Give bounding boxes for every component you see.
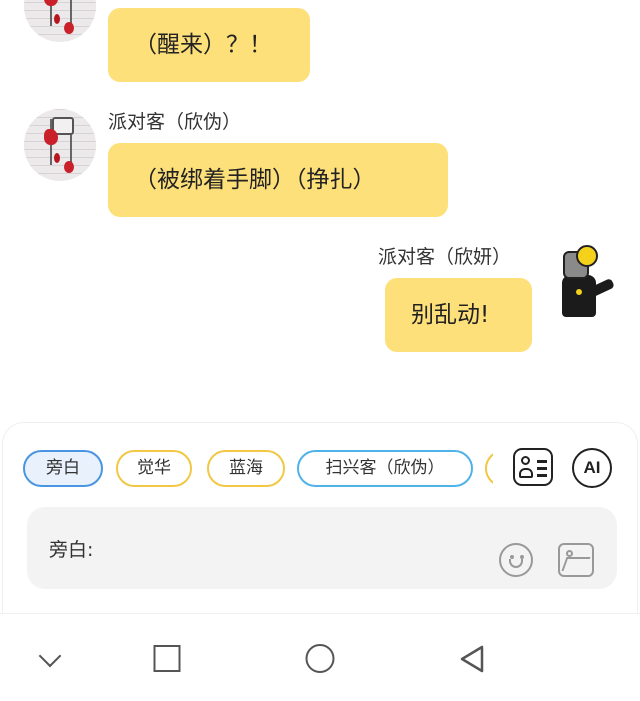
character-avatar[interactable] [24,0,96,42]
nav-home-button[interactable] [280,614,360,701]
role-chip[interactable]: 觉华 [116,450,192,487]
nav-recents-button[interactable] [127,614,207,701]
composer-panel: 旁白 觉华 蓝海 扫兴客（欣伪） AI 旁白: [2,422,638,622]
role-chip[interactable] [485,450,493,487]
chat-area[interactable]: （醒来）？！ 派对客（欣伪） （被绑着手脚）（挣扎） 派对客（欣妍） 别乱动! [0,0,640,420]
role-chip-bar[interactable]: 旁白 觉华 蓝海 扫兴客（欣伪） [23,450,493,488]
circle-icon [305,644,335,673]
chevron-down-icon [38,644,62,668]
image-icon[interactable] [558,543,594,577]
speaker-name: 派对客（欣妍） [378,246,512,268]
role-chip[interactable]: 蓝海 [207,450,285,487]
character-card-icon[interactable] [513,448,553,486]
speaker-name: 派对客（欣伪） [108,111,242,133]
character-avatar[interactable] [24,109,96,181]
system-nav-bar [0,613,640,701]
role-chip-narrator[interactable]: 旁白 [23,450,103,487]
role-chip[interactable]: 扫兴客（欣伪） [297,450,473,487]
message-input[interactable]: 旁白: [27,507,617,589]
nav-back-button[interactable] [432,614,512,701]
ai-icon[interactable]: AI [572,448,612,488]
message-bubble[interactable]: （醒来）？！ [108,8,310,82]
character-avatar[interactable] [558,245,618,325]
square-icon [153,645,181,672]
message-bubble[interactable]: （被绑着手脚）（挣扎） [108,143,448,217]
back-triangle-icon [460,645,484,673]
message-bubble[interactable]: 别乱动! [385,278,532,352]
nav-collapse-button[interactable] [10,614,90,701]
input-role-prefix: 旁白: [49,539,94,561]
smile-icon[interactable] [499,543,533,577]
